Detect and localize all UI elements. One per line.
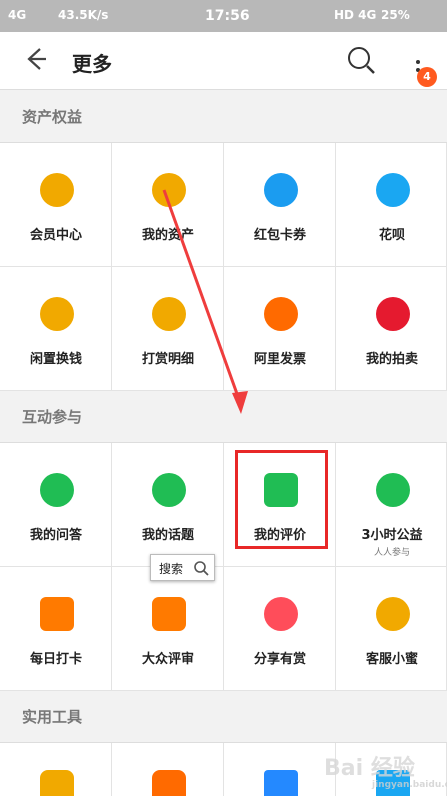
cell-label: 每日打卡	[29, 652, 82, 667]
cell-label: 打赏明细	[141, 352, 194, 367]
cell-label: 3小时公益	[361, 528, 423, 543]
cell-label: 分享有赏	[253, 652, 306, 667]
section-title-tools: 实用工具	[22, 708, 83, 726]
cell-label: 客服小蜜	[365, 652, 418, 667]
checkin-cell[interactable]: 每日打卡	[0, 567, 112, 691]
service-icon	[376, 597, 410, 631]
watermark-sub: jingyan.baidu.com	[372, 780, 447, 790]
assets-grid: 会员中心 我的资产 红包卡券 花呗 闲置换钱 打赏明细 阿里发票 我的拍卖	[0, 142, 447, 391]
auction-cell[interactable]: 我的拍卖	[336, 267, 447, 391]
coupon-icon	[264, 173, 298, 207]
review-cell[interactable]: 大众评审	[112, 567, 224, 691]
cell-label: 我的问答	[29, 528, 82, 543]
review-icon	[152, 597, 186, 631]
invoice-cell[interactable]: 阿里发票	[224, 267, 336, 391]
page-title: 更多	[72, 52, 112, 76]
watermark-main: Bai 经验	[324, 756, 415, 781]
assets-icon	[152, 173, 186, 207]
service-cell[interactable]: 客服小蜜	[336, 567, 447, 691]
bag-icon	[264, 597, 298, 631]
signal-text: 4G	[8, 8, 27, 22]
auction-icon	[376, 297, 410, 331]
member-center-cell[interactable]: 会员中心	[0, 143, 112, 267]
tip-icon	[152, 297, 186, 331]
topic-icon	[152, 473, 186, 507]
back-arrow-icon[interactable]	[22, 46, 48, 72]
highlight-box	[235, 450, 328, 549]
cell-label: 大众评审	[141, 652, 194, 667]
search-tooltip: 搜索	[150, 554, 215, 581]
share-cell[interactable]: 分享有赏	[224, 567, 336, 691]
search-icon[interactable]	[345, 44, 377, 76]
cell-label: 我的话题	[141, 528, 194, 543]
apps-cell[interactable]	[112, 743, 224, 796]
navigation-bar: 更多 4	[0, 32, 447, 90]
cell-label: 闲置换钱	[29, 352, 82, 367]
time: 17:56	[205, 8, 250, 24]
network-type: HD 4G	[334, 8, 377, 22]
notification-badge: 4	[417, 67, 437, 87]
tip-details-cell[interactable]: 打赏明细	[112, 267, 224, 391]
huabei-cell[interactable]: 花呗	[336, 143, 447, 267]
cell-label: 红包卡券	[253, 228, 306, 243]
section-title-assets: 资产权益	[22, 108, 83, 126]
topic-cell[interactable]: 我的话题	[112, 443, 224, 567]
charity-icon	[376, 473, 410, 507]
interaction-grid: 我的问答 我的话题 我的评价 3小时公益 人人参与 每日打卡 大众评审 分享有赏 …	[0, 442, 447, 691]
watermark: Bai 经验 jingyan.baidu.com	[324, 750, 447, 790]
calendar-icon	[40, 597, 74, 631]
question-icon	[40, 473, 74, 507]
cell-sub-label: 人人参与	[373, 548, 410, 558]
cell-label: 我的拍卖	[365, 352, 418, 367]
tooltip-search-icon	[194, 561, 209, 576]
network-speed: 43.5K/s	[58, 8, 109, 22]
question-cell[interactable]: 我的问答	[0, 443, 112, 567]
cell-label: 阿里发票	[253, 352, 306, 367]
huabei-icon	[376, 173, 410, 207]
coupon-cell[interactable]: 红包卡券	[224, 143, 336, 267]
money-icon	[40, 297, 74, 331]
battery-level: 25%	[381, 8, 410, 22]
tool-cell[interactable]	[0, 743, 112, 796]
my-assets-cell[interactable]: 我的资产	[112, 143, 224, 267]
cell-label: 我的资产	[141, 228, 194, 243]
apps-icon	[152, 770, 186, 796]
cube-icon	[264, 770, 298, 796]
cell-label: 花呗	[378, 228, 405, 243]
tooltip-text: 搜索	[159, 562, 184, 576]
tool-icon	[40, 770, 74, 796]
section-title-interaction: 互动参与	[22, 408, 83, 426]
status-bar: 4G 43.5K/s 17:56 HD 4G 25%	[0, 0, 447, 32]
money-cell[interactable]: 闲置换钱	[0, 267, 112, 391]
cube-cell[interactable]	[224, 743, 336, 796]
cell-label: 会员中心	[29, 228, 82, 243]
charity-cell[interactable]: 3小时公益人人参与	[336, 443, 447, 567]
member-center-icon	[40, 173, 74, 207]
invoice-icon	[264, 297, 298, 331]
